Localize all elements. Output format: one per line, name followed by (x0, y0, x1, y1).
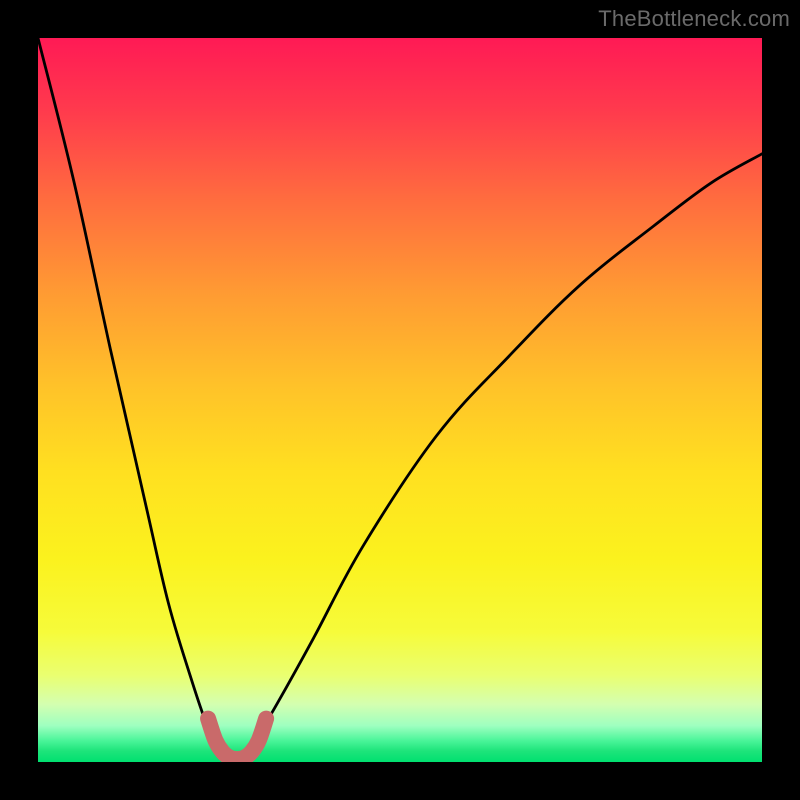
chart-plot-area (38, 38, 762, 762)
bottleneck-curve (38, 38, 762, 759)
chart-frame: TheBottleneck.com (0, 0, 800, 800)
highlight-minimum (208, 719, 266, 760)
watermark-text: TheBottleneck.com (598, 6, 790, 32)
chart-svg (38, 38, 762, 762)
